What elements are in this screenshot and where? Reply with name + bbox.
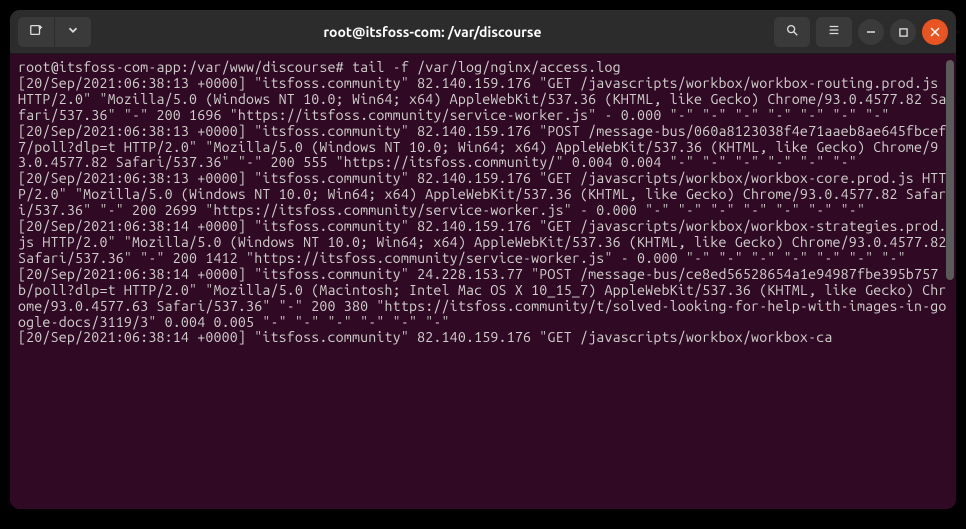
shell-command: tail -f /var/log/nginx/access.log xyxy=(352,59,621,75)
log-line: [20/Sep/2021:06:38:13 +0000] "itsfoss.co… xyxy=(18,170,947,218)
log-line: [20/Sep/2021:06:38:14 +0000] "itsfoss.co… xyxy=(18,266,947,330)
terminal-area[interactable]: root@itsfoss-com-app:/var/www/discourse#… xyxy=(10,54,956,509)
new-tab-icon xyxy=(29,23,43,40)
terminal-window: root@itsfoss-com: /var/discourse xyxy=(10,10,956,509)
window-title: root@itsfoss-com: /var/discourse xyxy=(95,24,770,40)
log-line: [20/Sep/2021:06:38:14 +0000] "itsfoss.co… xyxy=(18,218,955,266)
maximize-button[interactable] xyxy=(890,19,916,45)
terminal-content: root@itsfoss-com-app:/var/www/discourse#… xyxy=(18,60,948,346)
menu-button[interactable] xyxy=(816,17,852,47)
log-line: [20/Sep/2021:06:38:13 +0000] "itsfoss.co… xyxy=(18,75,947,123)
log-line: [20/Sep/2021:06:38:13 +0000] "itsfoss.co… xyxy=(18,123,947,171)
titlebar: root@itsfoss-com: /var/discourse xyxy=(10,10,956,54)
titlebar-right-controls xyxy=(774,17,948,47)
minimize-button[interactable] xyxy=(858,19,884,45)
shell-prompt: root@itsfoss-com-app:/var/www/discourse# xyxy=(18,59,352,75)
close-button[interactable] xyxy=(922,19,948,45)
hamburger-icon xyxy=(827,23,841,40)
chevron-down-icon xyxy=(66,23,80,40)
search-icon xyxy=(785,23,799,40)
maximize-icon xyxy=(899,23,908,41)
titlebar-left-controls xyxy=(18,17,91,47)
search-button[interactable] xyxy=(774,17,810,47)
new-tab-button[interactable] xyxy=(18,17,54,47)
close-icon xyxy=(930,23,940,41)
scrollbar-thumb[interactable] xyxy=(946,60,954,280)
minimize-icon xyxy=(866,23,876,41)
tab-dropdown-button[interactable] xyxy=(55,17,91,47)
log-line: [20/Sep/2021:06:38:14 +0000] "itsfoss.co… xyxy=(18,329,833,345)
